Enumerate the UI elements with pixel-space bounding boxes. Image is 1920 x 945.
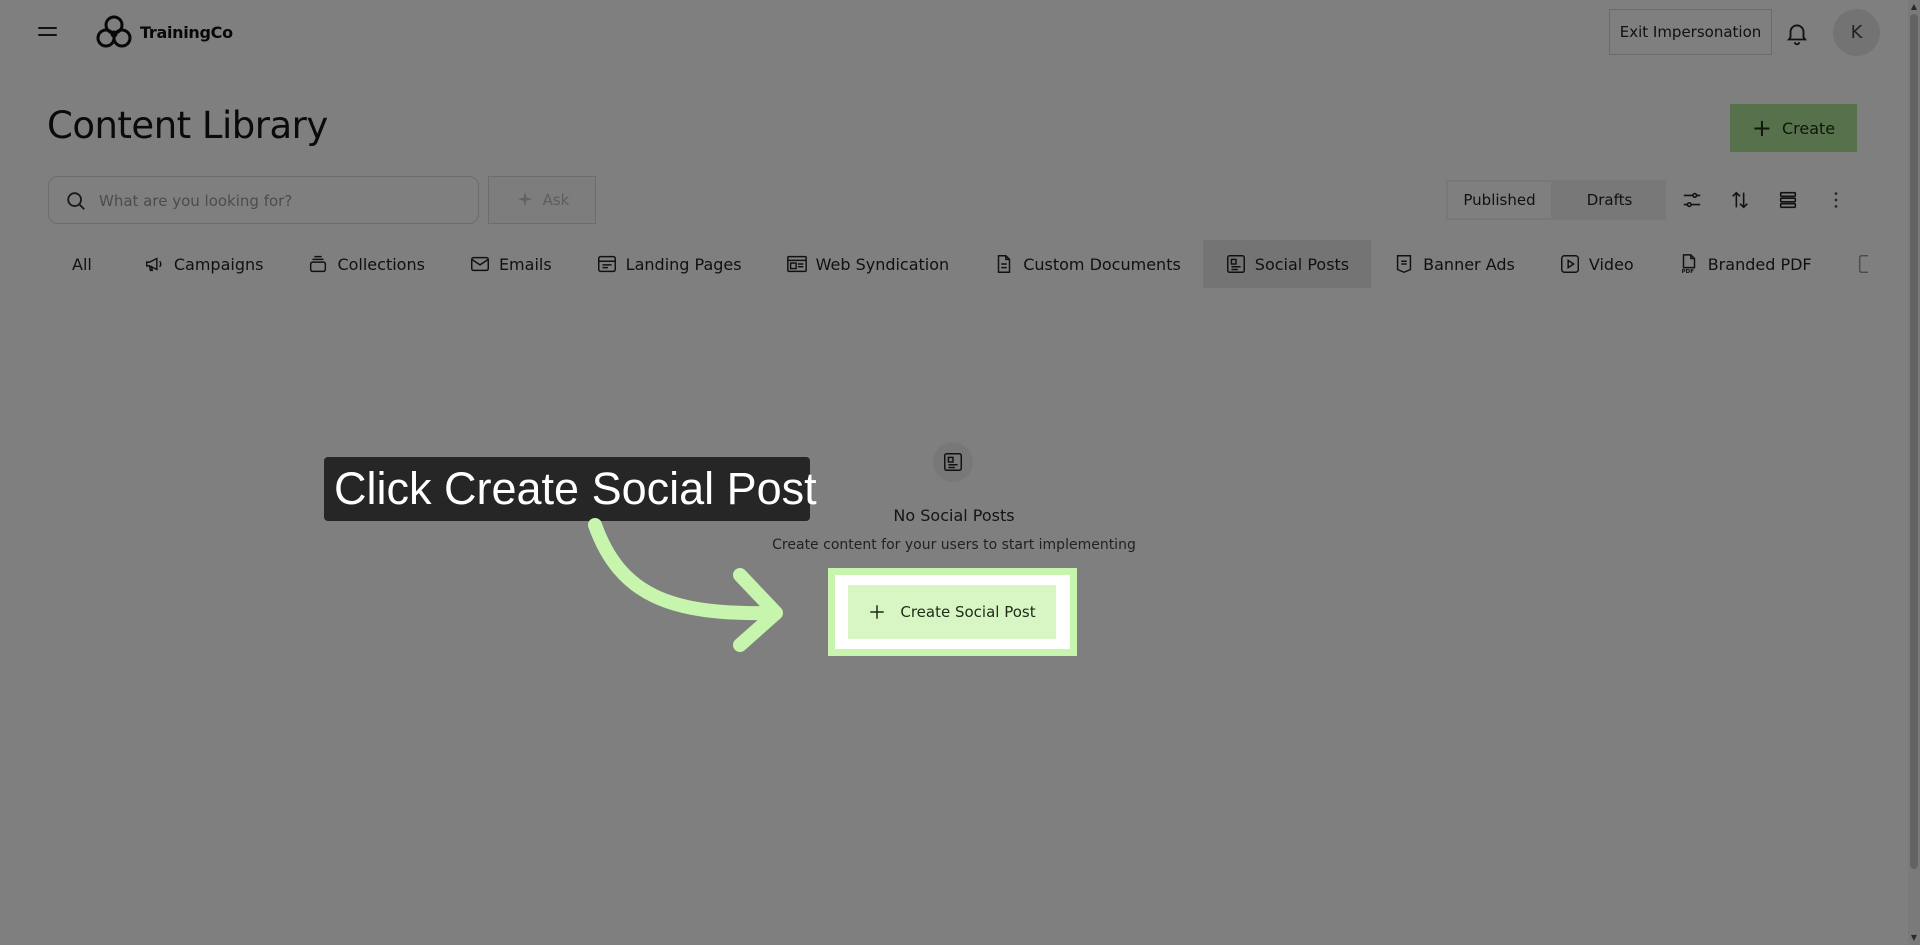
create-button[interactable]: + Create: [1730, 104, 1857, 152]
hamburger-icon[interactable]: [36, 22, 60, 42]
document-icon: [1858, 255, 1868, 273]
tutorial-callout: Click Create Social Post: [324, 457, 817, 521]
sort-icon[interactable]: [1726, 186, 1754, 214]
empty-state-subtitle: Create content for your users to start i…: [772, 537, 1136, 553]
ask-button[interactable]: Ask: [488, 176, 596, 224]
scroll-up-icon[interactable]: ▲: [1908, 0, 1920, 12]
more-vertical-icon[interactable]: [1822, 186, 1850, 214]
tab-all[interactable]: All: [54, 240, 122, 288]
tab-branded-pdf[interactable]: PDF Branded PDF: [1656, 240, 1834, 288]
tab-video[interactable]: Video: [1537, 240, 1656, 288]
document-icon: [997, 255, 1011, 273]
stack-icon: [310, 255, 327, 273]
tutorial-arrow-icon: [588, 518, 783, 652]
page-scrollbar[interactable]: ▲ ▼: [1908, 0, 1920, 945]
empty-state-icon: [933, 442, 973, 482]
plus-icon: +: [1751, 114, 1772, 142]
search-icon: [67, 192, 85, 210]
tab-social-posts[interactable]: Social Posts: [1202, 240, 1372, 288]
tab-label: Campaigns: [173, 254, 264, 274]
tab-campaigns[interactable]: Campaigns: [122, 240, 286, 288]
web-window-icon: [786, 255, 807, 273]
social-post-icon: [1226, 255, 1245, 273]
published-toggle[interactable]: Published: [1446, 180, 1553, 220]
tab-label: Video: [1588, 254, 1634, 274]
app-root: TrainingCo Exit Impersonation K Content …: [0, 0, 1908, 945]
scroll-thumb[interactable]: [1910, 14, 1918, 869]
list-view-icon[interactable]: [1774, 186, 1802, 214]
tab-label: Banner Ads: [1423, 254, 1515, 274]
empty-state-title: No Social Posts: [893, 506, 1015, 525]
social-post-icon: [944, 453, 962, 471]
svg-text:PDF: PDF: [1681, 269, 1694, 275]
create-button-label: Create: [1781, 118, 1836, 138]
scroll-down-icon[interactable]: ▼: [1908, 931, 1920, 943]
plus-icon: [870, 605, 885, 619]
tab-banner-ads[interactable]: Banner Ads: [1371, 240, 1537, 288]
top-bar: TrainingCo Exit Impersonation K: [0, 0, 1908, 64]
content-type-tabs: All Campaigns Collections Emails Landing…: [54, 240, 1868, 288]
tab-web-syndication[interactable]: Web Syndication: [764, 240, 972, 288]
filter-sliders-icon[interactable]: [1678, 186, 1706, 214]
exit-impersonation-button[interactable]: Exit Impersonation: [1609, 9, 1772, 55]
banner-icon: [1396, 255, 1412, 274]
logo-text: TrainingCo: [140, 22, 233, 42]
tab-collections[interactable]: Collections: [285, 240, 446, 288]
tab-label: Social Posts: [1254, 254, 1350, 274]
status-toggle: Published Drafts: [1446, 180, 1666, 220]
tab-label: Custom Documents: [1023, 254, 1181, 274]
page-title: Content Library: [47, 104, 328, 147]
megaphone-icon: [145, 257, 162, 272]
play-icon: [1560, 255, 1579, 273]
create-social-post-label: Create Social Post: [900, 603, 1036, 621]
tab-emails[interactable]: Emails: [447, 240, 574, 288]
tab-label: Collections: [337, 254, 425, 274]
tab-more-truncated[interactable]: [1834, 240, 1868, 288]
pdf-icon: PDF: [1681, 254, 1695, 275]
browser-icon: [597, 255, 616, 273]
create-social-post-button[interactable]: Create Social Post: [848, 585, 1056, 639]
mail-icon: [470, 256, 489, 272]
bell-icon[interactable]: [1784, 20, 1810, 46]
sparkle-icon: [517, 191, 533, 207]
tab-label: Branded PDF: [1707, 254, 1812, 274]
logo-mark-icon: [96, 15, 132, 48]
tab-label: Landing Pages: [625, 254, 742, 274]
logo[interactable]: TrainingCo: [94, 12, 233, 52]
tab-custom-documents[interactable]: Custom Documents: [971, 240, 1203, 288]
ask-button-label: Ask: [542, 191, 570, 209]
avatar[interactable]: K: [1833, 9, 1880, 56]
search-input[interactable]: [99, 187, 459, 215]
drafts-toggle[interactable]: Drafts: [1553, 180, 1666, 220]
tab-label: All: [72, 254, 92, 274]
search-box: [48, 176, 479, 224]
tab-label: Emails: [498, 254, 552, 274]
tab-landing-pages[interactable]: Landing Pages: [574, 240, 764, 288]
tab-label: Web Syndication: [815, 254, 950, 274]
